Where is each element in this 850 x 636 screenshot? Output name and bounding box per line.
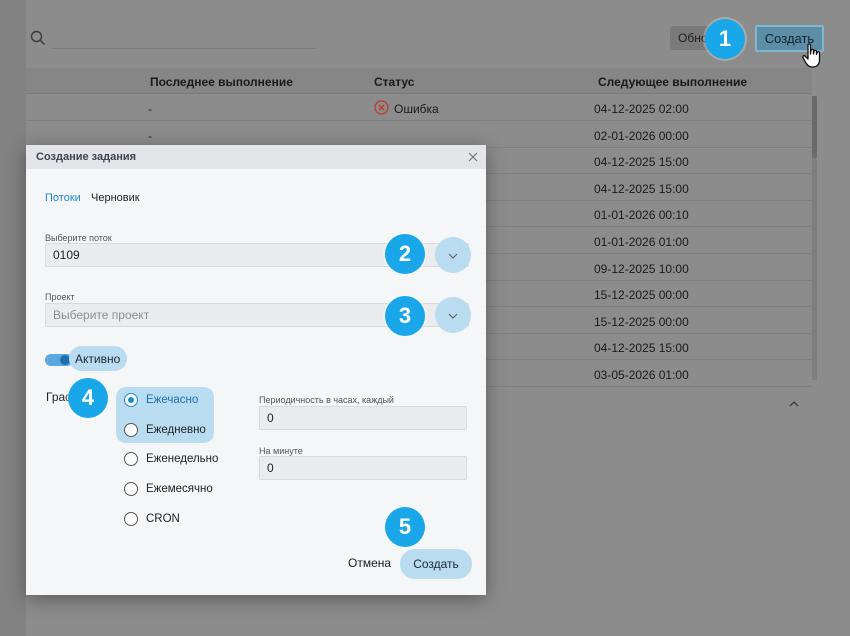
cell-next-run: 04-12-2025 15:00	[594, 341, 689, 356]
cell-last-run: -	[148, 128, 152, 143]
radio-hourly[interactable]	[124, 393, 138, 407]
scrollbar-thumb[interactable]	[812, 96, 817, 158]
chevron-up-icon[interactable]	[788, 400, 800, 408]
period-label: Периодичность в часах, каждый	[259, 395, 394, 405]
column-header-status: Статус	[374, 75, 415, 89]
radio-label-hourly: Ежечасно	[146, 394, 199, 406]
step-marker-5: 5	[385, 507, 425, 547]
cell-next-run: 03-05-2026 01:00	[594, 368, 689, 382]
project-label: Проект	[45, 292, 75, 302]
cell-next-run: 15-12-2025 00:00	[594, 314, 689, 329]
step-marker-3: 3	[385, 296, 425, 336]
close-icon[interactable]	[467, 151, 479, 163]
cell-last-run: -	[148, 102, 152, 116]
radio-weekly[interactable]	[124, 452, 138, 466]
cell-next-run: 04-12-2025 02:00	[594, 102, 689, 116]
radio-label-weekly: Еженедельно	[146, 453, 219, 465]
radio-label-cron: CRON	[146, 513, 180, 525]
column-header-last-run: Последнее выполнение	[150, 75, 293, 89]
cell-next-run: 04-12-2025 15:00	[594, 155, 689, 170]
step-marker-2: 2	[385, 234, 425, 274]
chevron-down-icon[interactable]	[447, 252, 459, 260]
tab-flows[interactable]: Потоки	[45, 192, 81, 204]
tab-draft[interactable]: Черновик	[91, 192, 140, 204]
search-input[interactable]	[52, 48, 316, 49]
cell-next-run: 01-01-2026 00:10	[594, 208, 689, 223]
dialog-header: Создание задания	[26, 145, 486, 169]
cell-next-run: 01-01-2026 01:00	[594, 235, 689, 249]
error-icon	[374, 100, 389, 115]
table-header: Последнее выполнение Статус Следующее вы…	[26, 68, 812, 94]
active-label: Активно	[75, 352, 121, 366]
cell-status: Ошибка	[394, 102, 439, 116]
search-icon[interactable]	[30, 30, 46, 46]
radio-cron[interactable]	[124, 512, 138, 526]
left-strip	[0, 0, 26, 636]
flow-label: Выберите поток	[45, 233, 112, 243]
radio-daily[interactable]	[124, 423, 138, 437]
cancel-button[interactable]: Отмена	[348, 556, 391, 570]
table-row[interactable]: - Ошибка 04-12-2025 02:00	[26, 95, 812, 121]
step-marker-4: 4	[68, 378, 108, 418]
radio-label-daily: Ежедневно	[146, 424, 206, 436]
radio-monthly[interactable]	[124, 482, 138, 496]
chevron-down-icon[interactable]	[447, 312, 459, 320]
cell-next-run: 09-12-2025 10:00	[594, 261, 689, 276]
step-marker-1: 1	[705, 19, 745, 59]
submit-button[interactable]: Создать	[406, 554, 466, 574]
minute-label: На минуте	[259, 446, 303, 456]
column-header-next-run: Следующее выполнение	[598, 75, 748, 89]
cell-next-run: 15-12-2025 00:00	[594, 288, 689, 303]
table-row[interactable]: - 02-01-2026 00:00	[26, 122, 812, 148]
minute-input[interactable]: 0	[259, 456, 467, 480]
cell-next-run: 04-12-2025 15:00	[594, 181, 689, 196]
radio-label-monthly: Ежемесячно	[146, 483, 213, 495]
period-input[interactable]: 0	[259, 406, 467, 430]
cell-next-run: 02-01-2026 00:00	[594, 128, 689, 143]
dialog-title: Создание задания	[36, 151, 137, 163]
hand-cursor-icon	[802, 43, 821, 68]
